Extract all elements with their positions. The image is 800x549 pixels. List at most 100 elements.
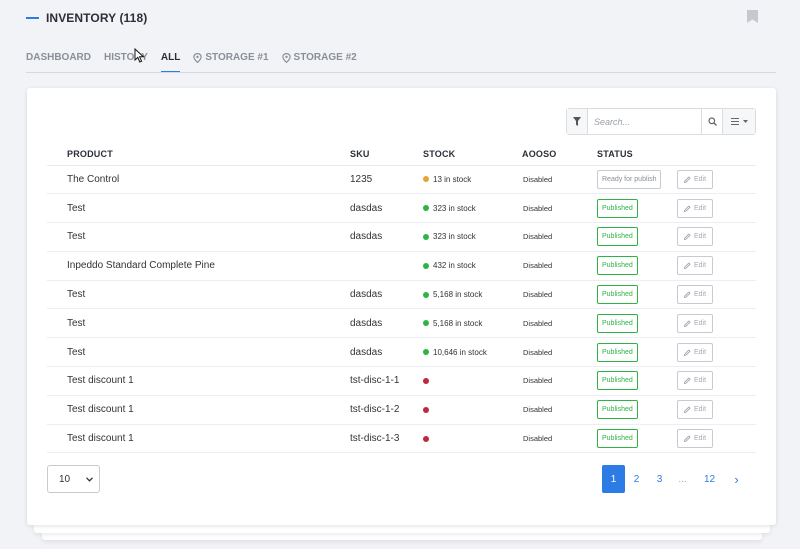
- table-row[interactable]: Test discount 1 tst-disc-1-3 Disabled Publi…: [47, 424, 756, 454]
- table-row[interactable]: Test dasdas 5,168 in stock Disabled Publishe…: [47, 280, 756, 310]
- column-header-status[interactable]: STATUS: [573, 143, 677, 166]
- pencil-icon: [683, 291, 691, 299]
- caret-down-icon: [742, 120, 748, 123]
- actions-cell: Edit: [677, 165, 756, 195]
- status-badge: Published: [597, 285, 638, 305]
- card-stack-shadow: [34, 525, 770, 533]
- edit-label: Edit: [693, 291, 707, 299]
- status-badge: Published: [597, 313, 638, 333]
- pin-icon: [193, 53, 203, 63]
- table-row[interactable]: Test dasdas 323 in stock Disabled Published E…: [47, 193, 756, 224]
- page-button-3[interactable]: 3: [648, 465, 671, 493]
- edit-button[interactable]: Edit: [677, 342, 713, 362]
- status-badge: Published: [597, 256, 638, 276]
- edit-button[interactable]: Edit: [677, 400, 713, 420]
- table-row[interactable]: Test dasdas 10,646 in stock Disabled Publish…: [47, 337, 756, 368]
- table-header-row: PRODUCT SKU STOCK AOOSO STATUS: [47, 143, 756, 166]
- status-cell: Published: [573, 395, 677, 425]
- edit-label: Edit: [693, 175, 707, 183]
- edit-label: Edit: [693, 204, 707, 212]
- status-cell: Published: [573, 308, 677, 339]
- stock-status-dot: [423, 320, 429, 327]
- stock-cell: 323 in stock: [406, 222, 505, 252]
- table-row[interactable]: Test dasdas 5,168 in stock Disabled Publishe…: [47, 308, 756, 339]
- table-row[interactable]: Test discount 1 tst-disc-1-1 Disabled Publi…: [47, 366, 756, 396]
- column-header-aooso[interactable]: AOOSO: [505, 143, 573, 166]
- stock-cell: 432 in stock: [406, 251, 505, 281]
- stock-cell: 5,168 in stock: [406, 308, 505, 339]
- table-row[interactable]: The Control 1235 13 in stock Disabled Ready …: [47, 165, 756, 195]
- table-row[interactable]: Inpeddo Standard Complete Pine 432 in sto…: [47, 251, 756, 281]
- inventory-card: PRODUCT SKU STOCK AOOSO STATUS The Contr…: [27, 88, 776, 525]
- tab-all[interactable]: ALL: [160, 50, 181, 73]
- actions-cell: Edit: [677, 222, 756, 252]
- pencil-icon: [683, 377, 691, 385]
- status-cell: Published: [573, 193, 677, 224]
- tab-storage-1[interactable]: STORAGE #1: [193, 50, 269, 73]
- sku-value: tst-disc-1-2: [330, 395, 406, 425]
- page-button-1[interactable]: 1: [602, 465, 625, 493]
- pin-icon: [281, 53, 291, 63]
- pencil-icon: [683, 320, 691, 327]
- aooso-cell: Disabled: [505, 337, 573, 368]
- edit-button[interactable]: Edit: [677, 285, 713, 305]
- bookmark-icon[interactable]: [747, 10, 758, 23]
- edit-button[interactable]: Edit: [677, 256, 713, 276]
- edit-button[interactable]: Edit: [677, 227, 713, 247]
- edit-button[interactable]: Edit: [677, 313, 713, 333]
- aooso-cell: Disabled: [505, 308, 573, 339]
- list-icon: [730, 118, 739, 125]
- filter-button[interactable]: [567, 109, 588, 134]
- edit-button[interactable]: Edit: [677, 169, 713, 189]
- status-cell: Published: [573, 280, 677, 310]
- columns-menu-button[interactable]: [722, 109, 755, 134]
- edit-button[interactable]: Edit: [677, 371, 713, 391]
- status-cell: Published: [573, 366, 677, 396]
- search-input[interactable]: [588, 109, 701, 134]
- sku-value: [330, 251, 406, 281]
- actions-cell: Edit: [677, 337, 756, 368]
- search-button[interactable]: [701, 109, 722, 134]
- page-header: INVENTORY (118): [26, 8, 147, 28]
- stock-value: 323 in stock: [433, 232, 476, 242]
- table-row[interactable]: Test dasdas 323 in stock Disabled Published E…: [47, 222, 756, 252]
- actions-cell: Edit: [677, 193, 756, 224]
- table-toolbar: [566, 108, 756, 135]
- per-page-select[interactable]: 10: [47, 465, 100, 493]
- status-badge: Published: [597, 371, 638, 391]
- aooso-cell: Disabled: [505, 165, 573, 195]
- pencil-icon: [683, 205, 691, 212]
- tab-label: ALL: [160, 52, 181, 63]
- stock-status-dot: [423, 435, 429, 442]
- pencil-icon: [683, 349, 691, 356]
- product-name: The Control: [47, 165, 330, 195]
- stock-value: 10,646 in stock: [433, 347, 487, 357]
- column-header-sku[interactable]: SKU: [330, 143, 406, 166]
- actions-cell: Edit: [677, 280, 756, 310]
- column-header-product[interactable]: PRODUCT: [47, 143, 330, 166]
- column-header-stock[interactable]: STOCK: [406, 143, 505, 166]
- stock-status-dot: [423, 377, 429, 384]
- status-badge: Published: [597, 198, 638, 218]
- edit-button[interactable]: Edit: [677, 429, 713, 449]
- next-page-button[interactable]: ›: [725, 465, 748, 493]
- page-button-12[interactable]: 12: [694, 465, 725, 493]
- aooso-cell: Disabled: [505, 424, 573, 454]
- per-page-value: 10: [59, 473, 71, 485]
- edit-button[interactable]: Edit: [677, 198, 713, 218]
- edit-label: Edit: [693, 233, 707, 241]
- status-badge: Published: [597, 227, 638, 247]
- edit-label: Edit: [693, 262, 707, 270]
- product-name: Inpeddo Standard Complete Pine: [47, 251, 330, 281]
- table-row[interactable]: Test discount 1 tst-disc-1-2 Disabled Publi…: [47, 395, 756, 425]
- actions-cell: Edit: [677, 424, 756, 454]
- tab-dashboard[interactable]: DASHBOARD: [26, 50, 91, 73]
- tab-storage-2[interactable]: STORAGE #2: [281, 50, 357, 73]
- page-button-2[interactable]: 2: [625, 465, 648, 493]
- stock-cell: 323 in stock: [406, 193, 505, 224]
- product-name: Test: [47, 193, 330, 224]
- tabs-divider: [26, 72, 776, 73]
- aooso-value: Disabled: [523, 376, 553, 386]
- tab-label: STORAGE #1: [205, 52, 269, 63]
- page-title: INVENTORY (118): [46, 11, 148, 25]
